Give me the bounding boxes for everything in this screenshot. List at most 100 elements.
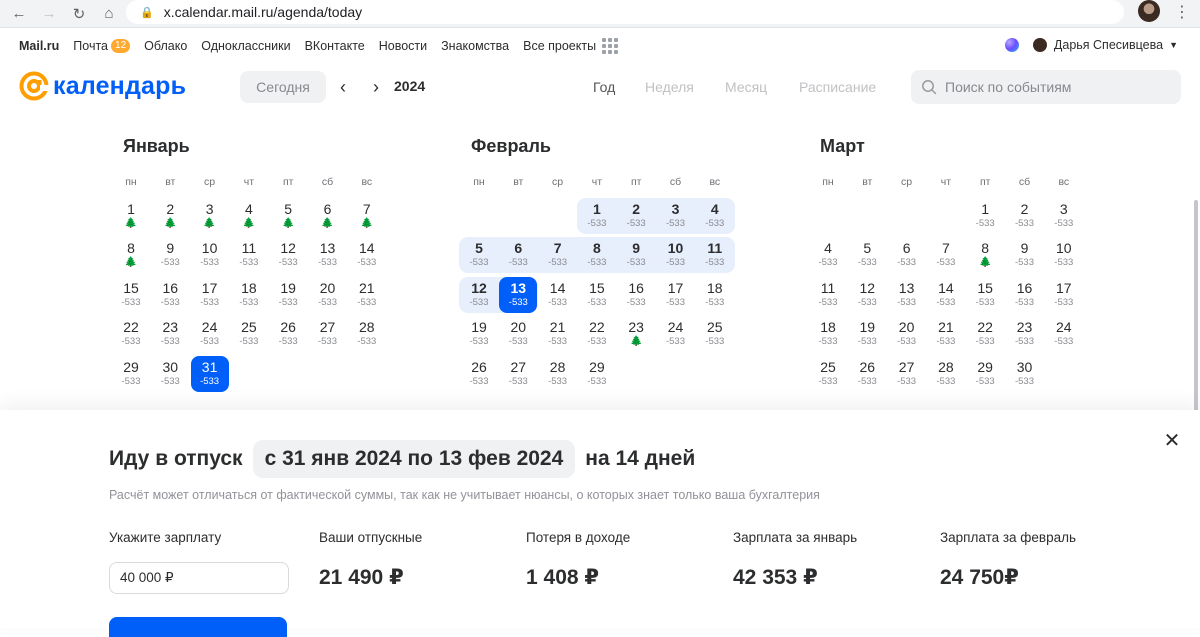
calendar-day[interactable]: 19 -533 xyxy=(848,316,886,352)
calendar-day[interactable]: 12 -533 xyxy=(269,237,307,273)
calendar-logo[interactable]: календарь xyxy=(18,70,186,102)
calendar-day[interactable]: 15 -533 xyxy=(578,277,616,313)
calendar-day[interactable]: 15 -533 xyxy=(966,277,1004,313)
tab-schedule[interactable]: Расписание xyxy=(799,79,876,95)
calendar-day[interactable]: 22 -533 xyxy=(112,316,150,352)
calendar-day[interactable]: 15 -533 xyxy=(112,277,150,313)
portal-link-mail[interactable]: Почта 12 xyxy=(73,39,131,53)
calendar-day[interactable]: 13 -533 xyxy=(888,277,926,313)
calendar-day[interactable]: 2 -533 xyxy=(1006,198,1044,234)
calendar-day[interactable]: 8 🌲 xyxy=(112,237,150,273)
calendar-day[interactable]: 20 -533 xyxy=(888,316,926,352)
calendar-day[interactable]: 2 🌲 xyxy=(151,198,189,234)
submit-button[interactable] xyxy=(109,617,287,637)
calendar-day[interactable]: 2 -533 xyxy=(617,198,655,234)
calendar-day[interactable]: 29 -533 xyxy=(112,356,150,392)
reload-icon[interactable]: ↻ xyxy=(64,2,94,26)
calendar-day[interactable]: 29 -533 xyxy=(578,356,616,392)
calendar-day[interactable]: 5 🌲 xyxy=(269,198,307,234)
calendar-day[interactable]: 4 -533 xyxy=(696,198,734,234)
calendar-day[interactable]: 21 -533 xyxy=(348,277,386,313)
calendar-day[interactable]: 11 -533 xyxy=(809,277,847,313)
calendar-day[interactable]: 14 -533 xyxy=(539,277,577,313)
calendar-day[interactable]: 4 -533 xyxy=(809,237,847,273)
calendar-day[interactable]: 27 -533 xyxy=(499,356,537,392)
calendar-day[interactable]: 18 -533 xyxy=(696,277,734,313)
calendar-day[interactable]: 7 -533 xyxy=(927,237,965,273)
calendar-day[interactable]: 25 -533 xyxy=(809,356,847,392)
search-input[interactable]: Поиск по событиям xyxy=(911,70,1181,104)
calendar-day[interactable]: 30 -533 xyxy=(151,356,189,392)
calendar-day[interactable]: 28 -533 xyxy=(539,356,577,392)
calendar-day[interactable]: 11 -533 xyxy=(230,237,268,273)
calendar-day[interactable]: 28 -533 xyxy=(348,316,386,352)
calendar-day[interactable]: 7 -533 xyxy=(539,237,577,273)
forward-icon[interactable]: → xyxy=(34,2,64,26)
portal-link-all-projects[interactable]: Все проекты xyxy=(523,38,619,54)
calendar-day[interactable]: 21 -533 xyxy=(927,316,965,352)
calendar-day[interactable]: 25 -533 xyxy=(696,316,734,352)
portal-link-news[interactable]: Новости xyxy=(379,39,427,53)
calendar-day[interactable]: 10 -533 xyxy=(1045,237,1083,273)
portal-link-ok[interactable]: Одноклассники xyxy=(201,39,290,53)
calendar-day[interactable]: 18 -533 xyxy=(809,316,847,352)
calendar-day[interactable]: 6 -533 xyxy=(499,237,537,273)
calendar-day[interactable]: 24 -533 xyxy=(657,316,695,352)
calendar-day[interactable]: 1 -533 xyxy=(966,198,1004,234)
assistant-icon[interactable] xyxy=(1004,38,1019,52)
address-bar[interactable]: 🔒 x.calendar.mail.ru/agenda/today xyxy=(126,0,1124,24)
calendar-day[interactable]: 9 -533 xyxy=(1006,237,1044,273)
tab-week[interactable]: Неделя xyxy=(645,79,694,95)
calendar-day[interactable]: 16 -533 xyxy=(1006,277,1044,313)
calendar-day[interactable]: 14 -533 xyxy=(348,237,386,273)
calendar-day[interactable]: 16 -533 xyxy=(151,277,189,313)
calendar-day[interactable]: 3 🌲 xyxy=(191,198,229,234)
calendar-day[interactable]: 27 -533 xyxy=(888,356,926,392)
calendar-day[interactable]: 1 -533 xyxy=(578,198,616,234)
user-menu[interactable]: Дарья Спесивцева ▼ xyxy=(1004,38,1178,52)
calendar-day[interactable]: 14 -533 xyxy=(927,277,965,313)
calendar-day[interactable]: 12 -533 xyxy=(848,277,886,313)
calendar-day[interactable]: 4 🌲 xyxy=(230,198,268,234)
back-icon[interactable]: ← xyxy=(4,2,34,26)
calendar-day[interactable]: 17 -533 xyxy=(191,277,229,313)
calendar-day[interactable]: 8 -533 xyxy=(578,237,616,273)
prev-year-button[interactable]: ‹ xyxy=(333,75,353,99)
calendar-day[interactable]: 18 -533 xyxy=(230,277,268,313)
calendar-day[interactable]: 8 🌲 xyxy=(966,237,1004,273)
calendar-day[interactable]: 31 -533 xyxy=(190,355,229,392)
calendar-day[interactable]: 20 -533 xyxy=(309,277,347,313)
calendar-day[interactable]: 11 -533 xyxy=(696,237,734,273)
calendar-day[interactable]: 24 -533 xyxy=(191,316,229,352)
calendar-day[interactable]: 12 -533 xyxy=(460,277,498,313)
calendar-day[interactable]: 30 -533 xyxy=(1006,356,1044,392)
calendar-day[interactable]: 29 -533 xyxy=(966,356,1004,392)
calendar-day[interactable]: 3 -533 xyxy=(1045,198,1083,234)
calendar-day[interactable]: 26 -533 xyxy=(848,356,886,392)
calendar-day[interactable]: 24 -533 xyxy=(1045,316,1083,352)
calendar-day[interactable]: 5 -533 xyxy=(460,237,498,273)
tab-year[interactable]: Год xyxy=(593,79,615,95)
close-icon[interactable]: ✕ xyxy=(1162,430,1182,452)
date-range-pill[interactable]: с 31 янв 2024 по 13 фев 2024 xyxy=(252,440,576,478)
calendar-day[interactable]: 17 -533 xyxy=(657,277,695,313)
calendar-day[interactable]: 5 -533 xyxy=(848,237,886,273)
salary-input[interactable]: 40 000 ₽ xyxy=(109,562,289,594)
tab-month[interactable]: Месяц xyxy=(725,79,767,95)
browser-menu-icon[interactable]: ⋮ xyxy=(1172,2,1192,22)
calendar-day[interactable]: 6 🌲 xyxy=(309,198,347,234)
calendar-day[interactable]: 25 -533 xyxy=(230,316,268,352)
calendar-day[interactable]: 26 -533 xyxy=(269,316,307,352)
calendar-day[interactable]: 10 -533 xyxy=(191,237,229,273)
calendar-day[interactable]: 19 -533 xyxy=(269,277,307,313)
calendar-day[interactable]: 28 -533 xyxy=(927,356,965,392)
portal-link-cloud[interactable]: Облако xyxy=(144,39,187,53)
calendar-day[interactable]: 9 -533 xyxy=(151,237,189,273)
home-icon[interactable]: ⌂ xyxy=(94,2,124,26)
today-button[interactable]: Сегодня xyxy=(240,71,326,103)
calendar-day[interactable]: 13 -533 xyxy=(309,237,347,273)
next-year-button[interactable]: › xyxy=(366,75,386,99)
calendar-day[interactable]: 23 -533 xyxy=(1006,316,1044,352)
calendar-day[interactable]: 16 -533 xyxy=(617,277,655,313)
portal-link-dating[interactable]: Знакомства xyxy=(441,39,509,53)
